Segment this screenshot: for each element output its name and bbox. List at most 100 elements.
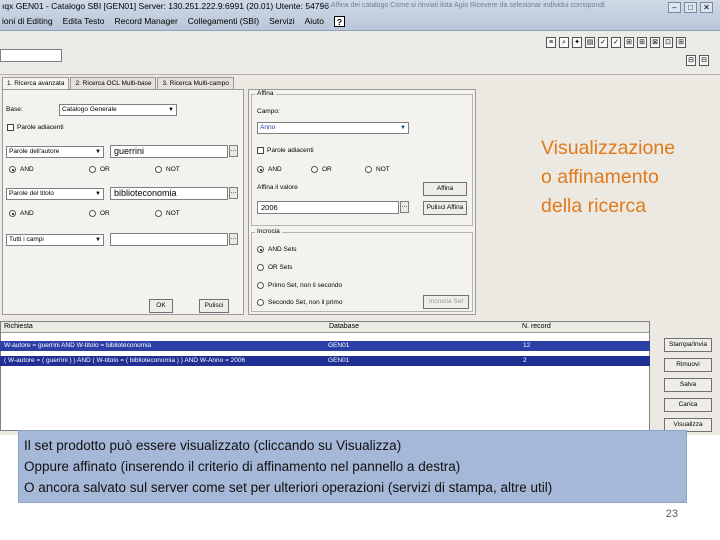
menu-aiuto[interactable]: Aiuto xyxy=(305,16,324,29)
op1-and-label: AND xyxy=(20,166,34,173)
header-database[interactable]: Database xyxy=(329,323,359,330)
affina-or-radio[interactable] xyxy=(311,166,318,173)
op1-and-radio[interactable] xyxy=(9,166,16,173)
results-table: Richiesta Database N. record xyxy=(0,321,650,431)
stampa-invia-button[interactable]: Stampa/Invia xyxy=(664,338,712,352)
app-body: 1. Ricerca avanzata 2. Ricerca OCL Multi… xyxy=(0,75,720,435)
maximize-button[interactable]: □ xyxy=(684,2,697,13)
tab-ricerca-ocl[interactable]: 2. Ricerca OCL Multi-base xyxy=(70,77,157,89)
list-icon[interactable]: ≡ xyxy=(546,37,556,48)
field2-select[interactable]: Parole del titolo ▼ xyxy=(6,188,104,200)
grid-icon[interactable]: ⊞ xyxy=(624,37,634,48)
row2-query: ( W-autore = ( guerrini ) ) AND ( W-tito… xyxy=(4,357,246,364)
search-panel: Base: Catalogo Generale ▼ Parole adiacen… xyxy=(2,89,244,315)
tab-ricerca-multicampo[interactable]: 3. Ricerca Multi-campo xyxy=(157,77,234,89)
sets-title: Incrocia xyxy=(255,228,282,235)
campo-select-value: Anno xyxy=(260,124,276,131)
incrocia-set-button[interactable]: Incrocia Set xyxy=(423,295,469,309)
adjacent-checkbox[interactable] xyxy=(7,124,14,131)
affina-not-radio[interactable] xyxy=(365,166,372,173)
op1-not-radio[interactable] xyxy=(155,166,162,173)
op2-or-radio[interactable] xyxy=(89,210,96,217)
sets-first-label: Primo Set, non il secondo xyxy=(268,282,343,289)
chevron-down-icon: ▼ xyxy=(400,125,406,131)
menu-edita-testo[interactable]: Edita Testo xyxy=(63,16,105,29)
tab-ricerca-avanzata[interactable]: 1. Ricerca avanzata xyxy=(2,77,70,89)
op1-or-label: OR xyxy=(100,166,110,173)
affina-value-input[interactable]: 2006 xyxy=(257,201,399,214)
check-icon[interactable]: ✓ xyxy=(598,37,608,48)
sets-and-radio[interactable] xyxy=(257,246,264,253)
field3-select-value: Tutti i campi xyxy=(9,236,44,243)
op1-or-radio[interactable] xyxy=(89,166,96,173)
table-row[interactable]: ( W-autore = ( guerrini ) ) AND ( W-tito… xyxy=(0,356,650,366)
affina-value-label: Affina il valore xyxy=(257,184,298,191)
rimuovi-button[interactable]: Rimuovi xyxy=(664,358,712,372)
delete-icon[interactable]: ⊠ xyxy=(650,37,660,48)
callout-line: O ancora salvato sul server come set per… xyxy=(24,480,553,495)
field1-select[interactable]: Parole dell'autore ▼ xyxy=(6,146,104,158)
clear-button[interactable]: Pulisci xyxy=(199,299,229,313)
campo-label: Campo: xyxy=(257,108,280,115)
ok-button[interactable]: OK xyxy=(149,299,173,313)
record-icon[interactable]: ▤ xyxy=(585,37,595,48)
table-icon[interactable]: ⊞ xyxy=(676,37,686,48)
window-title: ıqx GEN01 - Catalogo SBI [GEN01] Server:… xyxy=(2,1,329,11)
affina-button[interactable]: Affina xyxy=(423,182,467,196)
help-icon[interactable]: ? xyxy=(334,16,346,27)
affina-adjacent-checkbox[interactable] xyxy=(257,147,264,154)
field1-input[interactable]: guerrini xyxy=(110,145,228,158)
annotation-line: della ricerca xyxy=(541,195,647,217)
affina-or-label: OR xyxy=(322,166,332,173)
field3-select[interactable]: Tutti i campi ▼ xyxy=(6,234,104,246)
affina-and-radio[interactable] xyxy=(257,166,264,173)
callout-line: Il set prodotto può essere visualizzato … xyxy=(24,438,402,453)
header-nrecord[interactable]: N. record xyxy=(522,323,551,330)
chevron-down-icon: ▼ xyxy=(95,237,101,243)
affina-title: Affina xyxy=(255,90,276,97)
carica-button[interactable]: Carica xyxy=(664,398,712,412)
menu-editing[interactable]: ioni di Editing xyxy=(2,16,53,29)
op2-not-radio[interactable] xyxy=(155,210,162,217)
search-icon[interactable]: ⌕ xyxy=(559,37,569,48)
sets-second-radio[interactable] xyxy=(257,299,264,306)
field2-dots-button[interactable]: ... xyxy=(229,187,238,199)
salva-button[interactable]: Salva xyxy=(664,378,712,392)
op2-or-label: OR xyxy=(100,210,110,217)
menu-bar: ioni di Editing Edita Testo Record Manag… xyxy=(2,16,346,29)
table-row[interactable]: W-autore = guerrini AND W-titolo = bibli… xyxy=(0,341,650,351)
field2-input[interactable]: biblioteconomia xyxy=(110,187,228,200)
toolbar-input[interactable] xyxy=(0,49,62,62)
op2-and-radio[interactable] xyxy=(9,210,16,217)
field3-input[interactable] xyxy=(110,233,228,246)
affina-dots-button[interactable]: ... xyxy=(400,201,409,213)
panel-icon[interactable]: ⊟ xyxy=(686,55,696,66)
campo-select[interactable]: Anno ▼ xyxy=(257,122,409,134)
op2-and-label: AND xyxy=(20,210,34,217)
check-alt-icon[interactable]: ✓ xyxy=(611,37,621,48)
results-actions: Stampa/Invia Rimuovi Salva Carica Visual… xyxy=(664,338,716,438)
adjacent-label: Parole adiacenti xyxy=(17,124,64,131)
toolbar-icons: ≡ ⌕ ✦ ▤ ✓ ✓ ⊞ ⊞ ⊠ ⊡ ⊞ xyxy=(546,37,686,48)
minimize-button[interactable]: – xyxy=(668,2,681,13)
field1-select-value: Parole dell'autore xyxy=(9,148,60,155)
field1-dots-button[interactable]: ... xyxy=(229,145,238,157)
menu-collegamenti[interactable]: Collegamenti (SBI) xyxy=(188,16,259,29)
row2-db: GEN01 xyxy=(328,357,350,364)
callout-box: Il set prodotto può essere visualizzato … xyxy=(18,430,687,503)
sets-first-radio[interactable] xyxy=(257,282,264,289)
menu-record-manager[interactable]: Record Manager xyxy=(114,16,177,29)
star-icon[interactable]: ✦ xyxy=(572,37,582,48)
header-richiesta[interactable]: Richiesta xyxy=(4,323,33,330)
grid-alt-icon[interactable]: ⊞ xyxy=(637,37,647,48)
clear-affina-button[interactable]: Pulisci Affina xyxy=(423,201,467,215)
panel-alt-icon[interactable]: ⊟ xyxy=(699,55,709,66)
field3-dots-button[interactable]: ... xyxy=(229,233,238,245)
sets-or-radio[interactable] xyxy=(257,264,264,271)
frame-icon[interactable]: ⊡ xyxy=(663,37,673,48)
menu-servizi[interactable]: Servizi xyxy=(269,16,295,29)
close-button[interactable]: ✕ xyxy=(700,2,713,13)
base-select[interactable]: Catalogo Generale ▼ xyxy=(59,104,177,116)
results-header: Richiesta Database N. record xyxy=(1,322,649,333)
chevron-down-icon: ▼ xyxy=(168,107,174,113)
